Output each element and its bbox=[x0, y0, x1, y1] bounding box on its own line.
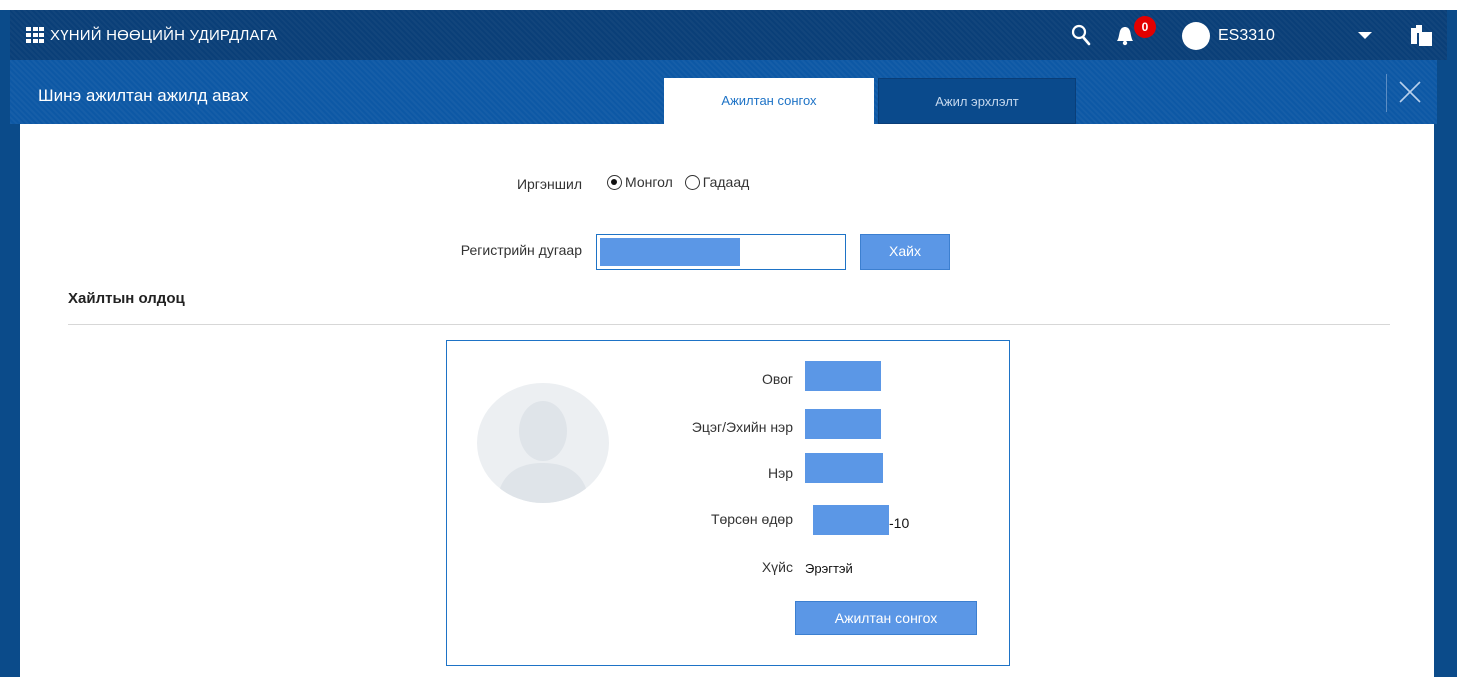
radio-mongol-label: Монгол bbox=[625, 174, 673, 190]
search-button[interactable]: Хайх bbox=[860, 234, 950, 270]
gender-label: Хүйс bbox=[761, 559, 793, 575]
radio-mongol[interactable]: Монгол bbox=[607, 174, 673, 190]
registration-input-masked bbox=[600, 238, 740, 266]
app-title: ХҮНИЙ НӨӨЦИЙН УДИРДЛАГА bbox=[50, 27, 278, 44]
patronymic-value bbox=[805, 409, 881, 439]
layers-icon[interactable] bbox=[1410, 24, 1434, 48]
dob-label: Төрсөн өдөр bbox=[710, 511, 793, 527]
tab-select-employee[interactable]: Ажилтан сонгох bbox=[664, 78, 874, 124]
results-title: Хайлтын олдоц bbox=[68, 290, 185, 307]
results-divider bbox=[68, 324, 1390, 325]
notification-badge: 0 bbox=[1134, 16, 1156, 38]
result-card: Овог Эцэг/Эхийн нэр Нэр Төрсөн өдөр -10 … bbox=[446, 340, 1010, 666]
username[interactable]: ES3310 bbox=[1218, 27, 1275, 45]
app-frame: ХҮНИЙ НӨӨЦИЙН УДИРДЛАГА 0 ES3310 Шинэ аж… bbox=[0, 0, 1457, 677]
dob-value bbox=[813, 505, 889, 535]
dialog-body: Иргэншил Монгол Гадаад Регистрийн дугаар… bbox=[20, 124, 1434, 677]
registration-input[interactable] bbox=[596, 234, 846, 270]
last-name-label: Овог bbox=[761, 371, 793, 387]
radio-foreign[interactable]: Гадаад bbox=[684, 174, 750, 190]
first-name-label: Нэр bbox=[767, 465, 793, 481]
tab-employment[interactable]: Ажил эрхлэлт bbox=[878, 78, 1076, 124]
close-divider bbox=[1386, 74, 1387, 112]
person-avatar bbox=[477, 383, 609, 503]
person-silhouette-icon bbox=[497, 401, 589, 503]
radio-mongol-circle[interactable] bbox=[607, 174, 622, 190]
patronymic-label: Эцэг/Эхийн нэр bbox=[691, 419, 793, 435]
caret-down-icon[interactable] bbox=[1358, 32, 1372, 40]
dialog-header: Шинэ ажилтан ажилд авах Ажилтан сонгох А… bbox=[10, 60, 1437, 124]
last-name-value bbox=[805, 361, 881, 391]
top-edge bbox=[0, 0, 1457, 10]
dialog-title: Шинэ ажилтан ажилд авах bbox=[38, 86, 249, 105]
search-icon[interactable] bbox=[1070, 24, 1092, 46]
user-avatar-icon[interactable] bbox=[1182, 22, 1210, 50]
radio-foreign-label: Гадаад bbox=[702, 174, 750, 190]
citizenship-radio-group: Монгол Гадаад bbox=[607, 174, 761, 190]
dob-suffix: -10 bbox=[889, 515, 910, 531]
close-icon[interactable] bbox=[1398, 80, 1422, 104]
registration-label: Регистрийн дугаар bbox=[460, 242, 582, 258]
first-name-value bbox=[805, 453, 883, 483]
apps-grid-icon[interactable] bbox=[26, 27, 44, 43]
select-employee-button[interactable]: Ажилтан сонгох bbox=[795, 601, 977, 635]
citizenship-label: Иргэншил bbox=[516, 176, 582, 192]
top-bar: ХҮНИЙ НӨӨЦИЙН УДИРДЛАГА 0 ES3310 bbox=[10, 10, 1447, 60]
gender-value: Эрэгтэй bbox=[805, 561, 853, 576]
radio-foreign-circle[interactable] bbox=[684, 174, 700, 190]
